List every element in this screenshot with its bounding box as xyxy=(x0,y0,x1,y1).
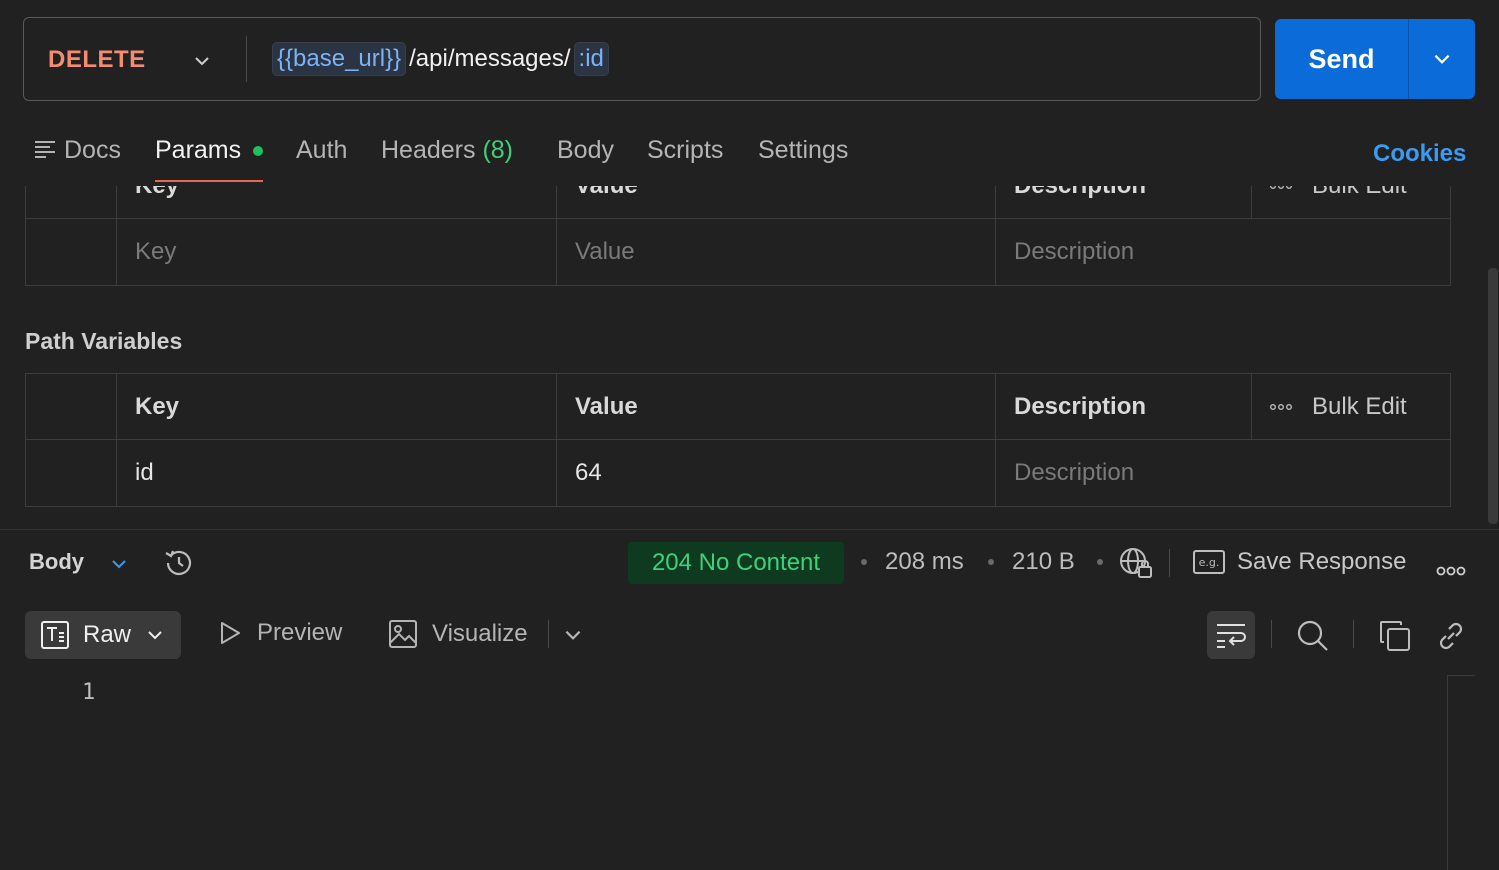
table-row: Key Value Description xyxy=(26,219,1450,285)
tab-settings[interactable]: Settings xyxy=(758,134,848,166)
image-icon xyxy=(389,620,417,648)
cookies-link[interactable]: Cookies xyxy=(1373,140,1466,168)
bulk-edit-label: Bulk Edit xyxy=(1312,186,1407,200)
pane-divider[interactable] xyxy=(0,529,1499,530)
url-input[interactable]: {{base_url}} /api/messages/ :id xyxy=(272,42,609,76)
bulk-edit-button[interactable]: Bulk Edit xyxy=(1251,374,1451,439)
path-variables-table: Key Value Description Bulk Edit id 64 De… xyxy=(25,373,1451,507)
wrap-lines-button[interactable] xyxy=(1207,611,1255,659)
view-raw-button[interactable]: Raw xyxy=(25,611,181,659)
query-params-viewport: Key Value Description Bulk Edit Key Valu… xyxy=(0,186,1499,286)
tab-headers[interactable]: Headers (8) xyxy=(381,134,513,166)
view-visualize-button[interactable]: Visualize xyxy=(388,619,528,649)
search-icon[interactable] xyxy=(1296,619,1330,660)
column-description: Description xyxy=(995,186,1251,218)
network-globe-lock-icon[interactable] xyxy=(1118,546,1154,587)
tab-params[interactable]: Params xyxy=(155,134,264,166)
response-time[interactable]: 208 ms xyxy=(885,548,964,576)
editor-line-number: 1 xyxy=(82,680,96,705)
chevron-down-icon[interactable] xyxy=(192,50,212,78)
tab-headers-label: Headers xyxy=(381,136,476,164)
table-row: id 64 Description xyxy=(26,440,1450,506)
view-preview-button[interactable]: Preview xyxy=(217,619,342,647)
url-variable-base-url[interactable]: {{base_url}} xyxy=(272,42,407,76)
separator-dot xyxy=(988,559,994,565)
description-input[interactable]: Description xyxy=(995,219,1450,285)
separator-dot xyxy=(861,559,867,565)
chevron-down-icon[interactable] xyxy=(145,625,165,645)
tab-body[interactable]: Body xyxy=(557,134,614,166)
example-icon: e.g. xyxy=(1193,550,1225,574)
link-icon[interactable] xyxy=(1434,619,1468,660)
table-header-row: Key Value Description Bulk Edit xyxy=(26,186,1450,219)
more-options-icon[interactable] xyxy=(1270,403,1292,411)
column-key: Key xyxy=(116,374,556,439)
play-icon xyxy=(221,622,240,644)
query-params-table: Key Value Description Bulk Edit Key Valu… xyxy=(25,186,1451,286)
tab-auth[interactable]: Auth xyxy=(296,134,347,166)
separator xyxy=(1353,620,1354,648)
tab-docs-label: Docs xyxy=(64,136,121,164)
key-input[interactable]: Key xyxy=(116,219,556,285)
headers-count: (8) xyxy=(482,136,514,164)
send-button-group[interactable]: Send xyxy=(1275,19,1475,99)
column-value: Value xyxy=(556,186,995,218)
tab-docs[interactable]: Docs xyxy=(34,134,121,167)
response-size[interactable]: 210 B xyxy=(1012,548,1075,576)
bulk-edit-label: Bulk Edit xyxy=(1312,392,1407,420)
column-key: Key xyxy=(116,186,556,218)
history-icon[interactable] xyxy=(162,546,196,587)
response-body-label[interactable]: Body xyxy=(29,549,84,575)
table-header-row: Key Value Description Bulk Edit xyxy=(26,374,1450,440)
save-response-button[interactable]: e.g. Save Response xyxy=(1193,548,1406,576)
separator xyxy=(548,620,549,648)
separator xyxy=(1169,549,1170,577)
view-visualize-label: Visualize xyxy=(432,620,528,647)
params-active-dot xyxy=(253,146,264,157)
send-options-chevron-icon[interactable] xyxy=(1409,19,1475,99)
path-variable-value[interactable]: 64 xyxy=(556,440,995,506)
column-value: Value xyxy=(556,374,995,439)
separator-dot xyxy=(1097,559,1103,565)
url-divider xyxy=(246,36,247,82)
view-preview-label: Preview xyxy=(257,619,343,646)
request-url-bar[interactable]: DELETE {{base_url}} /api/messages/ :id xyxy=(23,17,1261,101)
chevron-down-icon[interactable] xyxy=(108,553,130,581)
svg-text:e.g.: e.g. xyxy=(1199,556,1220,569)
editor-minimap-border xyxy=(1447,675,1475,676)
more-options-icon[interactable] xyxy=(1270,186,1292,190)
send-button[interactable]: Send xyxy=(1275,19,1409,99)
text-format-icon xyxy=(41,621,69,649)
editor-minimap-border xyxy=(1447,676,1448,870)
method-selector[interactable]: DELETE xyxy=(48,46,146,74)
more-options-icon[interactable] xyxy=(1436,556,1466,584)
docs-icon xyxy=(34,135,56,167)
tab-scripts[interactable]: Scripts xyxy=(647,134,723,166)
save-response-label: Save Response xyxy=(1237,548,1407,575)
value-input[interactable]: Value xyxy=(556,219,995,285)
tab-params-label: Params xyxy=(155,136,242,164)
status-badge[interactable]: 204 No Content xyxy=(628,542,844,584)
wrap-lines-icon xyxy=(1217,624,1246,648)
url-path: /api/messages/ xyxy=(409,45,571,72)
chevron-down-icon[interactable] xyxy=(562,624,584,653)
column-description: Description xyxy=(995,374,1251,439)
url-path-param-id[interactable]: :id xyxy=(573,42,609,76)
path-variables-title: Path Variables xyxy=(25,328,183,354)
path-variable-key[interactable]: id xyxy=(116,440,556,506)
bulk-edit-button[interactable]: Bulk Edit xyxy=(1251,186,1451,218)
params-scrollbar[interactable] xyxy=(1488,268,1498,524)
separator xyxy=(1271,620,1272,648)
path-variable-description[interactable]: Description xyxy=(995,440,1450,506)
active-tab-indicator xyxy=(155,180,263,182)
view-raw-label: Raw xyxy=(83,621,132,648)
copy-icon[interactable] xyxy=(1378,619,1412,660)
